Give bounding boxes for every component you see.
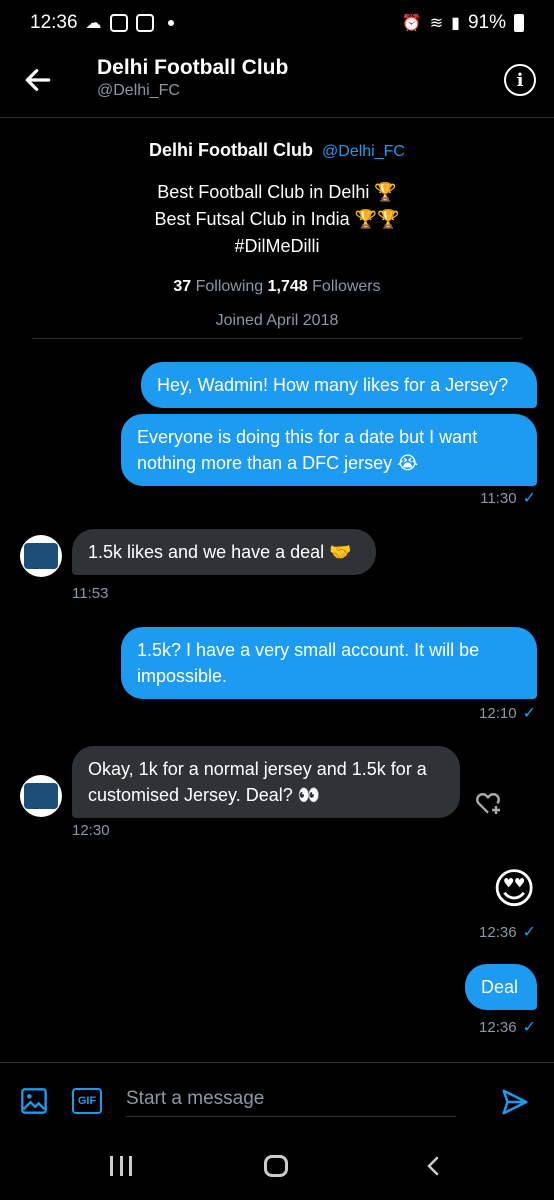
- club-logo-icon: [24, 543, 58, 569]
- message-text: Deal: [481, 977, 519, 997]
- home-icon[interactable]: [264, 1155, 288, 1177]
- instagram-icon: [109, 14, 128, 32]
- message-outgoing[interactable]: Hey, Wadmin! How many likes for a Jersey…: [141, 362, 537, 408]
- message-outgoing[interactable]: Everyone is doing this for a date but I …: [121, 414, 537, 486]
- header-title: Delhi Football Club: [97, 56, 289, 79]
- read-check-icon: ✓: [522, 490, 536, 507]
- status-bar: 12:36 ☁ ⏰ ≋ ▮ 91%: [0, 0, 554, 46]
- conversation-header: Delhi Football Club @Delhi_FC i: [0, 46, 554, 118]
- following-label[interactable]: Following: [196, 278, 264, 295]
- image-icon[interactable]: [20, 1087, 48, 1115]
- profile-handle[interactable]: @Delhi_FC: [322, 143, 405, 160]
- avatar[interactable]: [20, 535, 62, 577]
- club-logo-icon: [24, 783, 58, 809]
- message-timestamp: 11:30 ✓: [480, 489, 536, 508]
- alarm-icon: ⏰: [401, 13, 422, 32]
- calendar-icon: [135, 14, 154, 32]
- system-back-icon[interactable]: [422, 1154, 446, 1178]
- back-arrow-icon[interactable]: [22, 64, 54, 96]
- message-text: Everyone is doing this for a date but I …: [137, 427, 478, 473]
- profile-stats: 37 Following 1,748 Followers: [0, 278, 554, 296]
- avatar[interactable]: [20, 775, 62, 817]
- battery-percent: 91%: [467, 12, 506, 33]
- signal-icon: ▮: [451, 13, 460, 32]
- wifi-icon: ≋: [429, 13, 444, 32]
- read-check-icon: ✓: [522, 705, 536, 722]
- status-time: 12:36: [30, 12, 78, 33]
- joined-date: Joined April 2018: [215, 312, 339, 329]
- add-reaction-icon[interactable]: [472, 786, 504, 818]
- info-icon[interactable]: i: [504, 64, 536, 96]
- followers-count[interactable]: 1,748: [268, 278, 308, 295]
- message-composer: GIF: [0, 1062, 554, 1140]
- message-outgoing[interactable]: 1.5k? I have a very small account. It wi…: [121, 627, 537, 699]
- message-text: 1.5k? I have a very small account. It wi…: [137, 640, 480, 686]
- message-timestamp: 12:36 ✓: [479, 923, 536, 942]
- header-handle: @Delhi_FC: [97, 82, 180, 99]
- notification-dot-icon: [167, 20, 174, 26]
- profile-name[interactable]: Delhi Football Club: [149, 140, 313, 160]
- followers-label[interactable]: Followers: [312, 278, 380, 295]
- message-text: 1.5k likes and we have a deal 🤝: [88, 542, 352, 562]
- profile-summary: Delhi Football Club @Delhi_FC Best Footb…: [0, 140, 554, 330]
- send-icon[interactable]: [500, 1087, 530, 1117]
- message-outgoing[interactable]: Deal: [465, 964, 537, 1010]
- bio-hashtag[interactable]: #DilMeDilli: [0, 233, 554, 260]
- message-timestamp: 12:10 ✓: [479, 704, 536, 723]
- message-text: Hey, Wadmin! How many likes for a Jersey…: [157, 375, 509, 395]
- message-timestamp: 12:36 ✓: [479, 1018, 536, 1037]
- read-check-icon: ✓: [522, 1019, 536, 1036]
- divider: [32, 338, 522, 339]
- message-incoming[interactable]: Okay, 1k for a normal jersey and 1.5k fo…: [72, 746, 460, 818]
- following-count[interactable]: 37: [173, 278, 191, 295]
- message-text: Okay, 1k for a normal jersey and 1.5k fo…: [88, 759, 427, 805]
- message-emoji[interactable]: 😍: [492, 868, 536, 910]
- bio-line: Best Futsal Club in India 🏆🏆: [154, 209, 400, 229]
- message-timestamp: 11:53: [72, 585, 109, 602]
- read-check-icon: ✓: [522, 924, 536, 941]
- message-input[interactable]: [126, 1081, 456, 1117]
- message-incoming[interactable]: 1.5k likes and we have a deal 🤝: [72, 529, 376, 575]
- gif-button[interactable]: GIF: [72, 1088, 102, 1114]
- recent-apps-icon[interactable]: [110, 1156, 132, 1176]
- bio-line: Best Football Club in Delhi 🏆: [157, 182, 397, 202]
- profile-bio: Best Football Club in Delhi 🏆 Best Futsa…: [0, 179, 554, 260]
- message-timestamp: 12:30: [72, 822, 110, 839]
- weather-icon: ☁: [85, 13, 102, 32]
- system-nav-bar: [0, 1140, 554, 1200]
- battery-icon: [514, 14, 524, 32]
